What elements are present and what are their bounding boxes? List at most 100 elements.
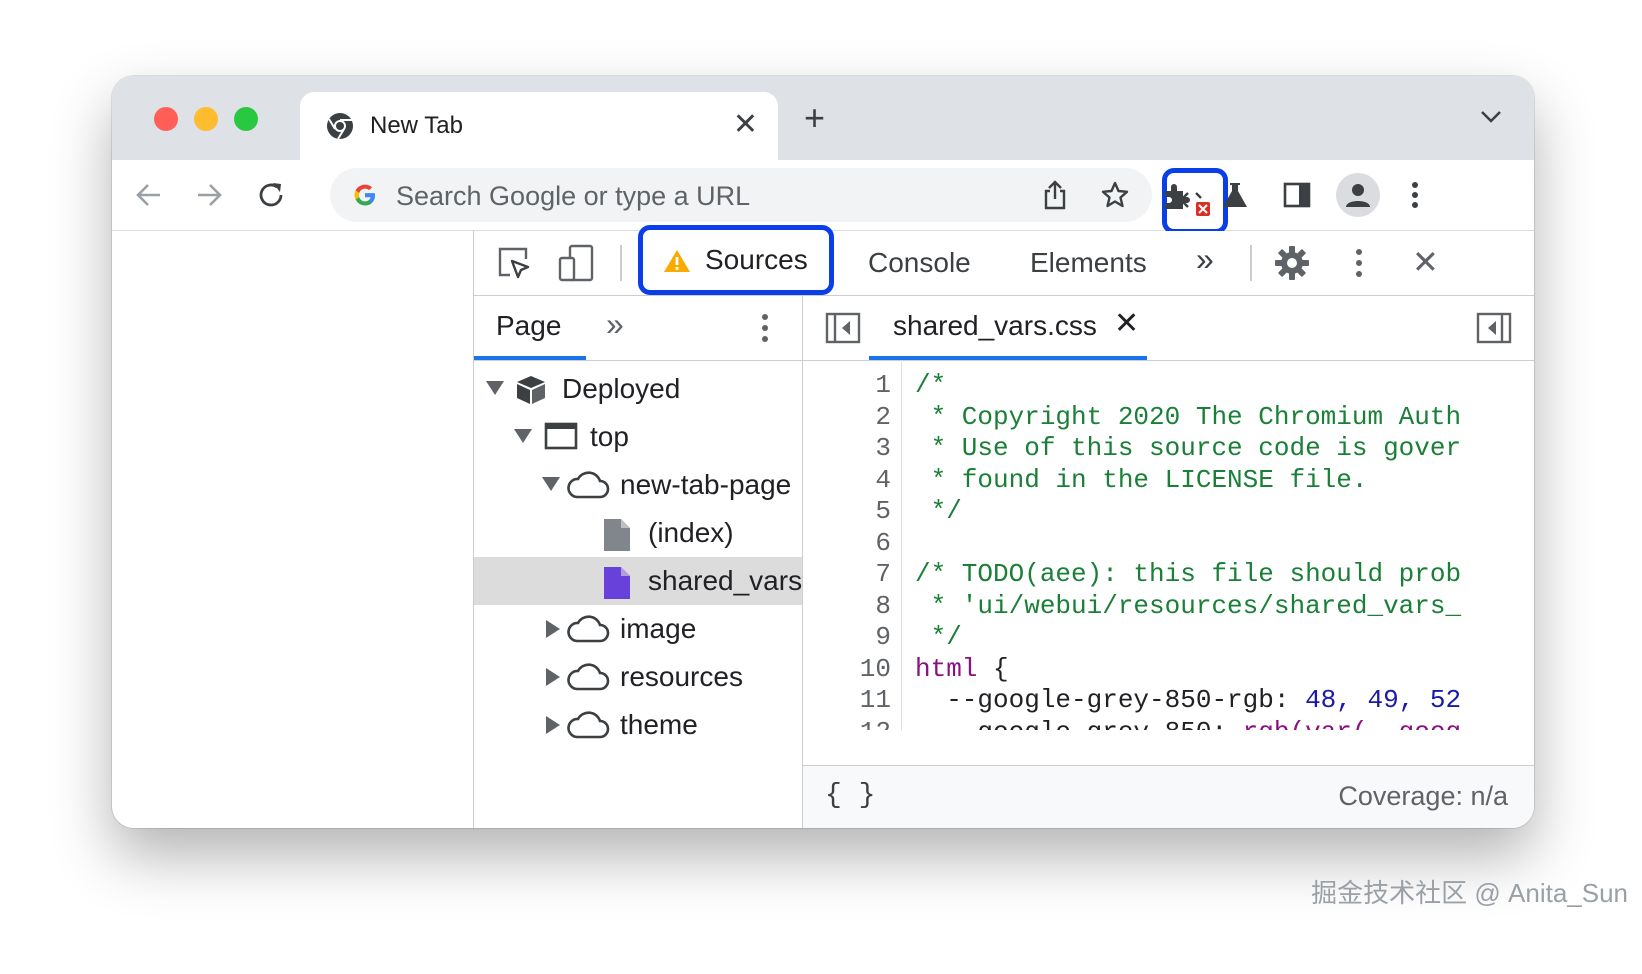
tree-item-new-tab-page[interactable]: new-tab-page xyxy=(474,461,802,509)
code-line: html { xyxy=(915,654,1009,684)
expand-arrow-icon[interactable] xyxy=(542,477,560,491)
editor-status-bar: { } Coverage: n/a xyxy=(803,765,1534,828)
minimize-window-button[interactable] xyxy=(194,107,218,131)
line-number: 8 xyxy=(875,591,891,621)
tab-close-button[interactable]: ✕ xyxy=(733,107,758,142)
tab-page[interactable]: Page xyxy=(496,310,561,342)
tree-item-resources[interactable]: resources xyxy=(474,653,802,701)
expand-arrow-icon[interactable] xyxy=(514,429,532,443)
share-icon[interactable] xyxy=(1042,180,1068,210)
tree-label: theme xyxy=(620,709,698,740)
navigator-pane: Page » Deployed top new-tab-page (index)… xyxy=(474,296,803,828)
tree-label: new-tab-page xyxy=(620,469,792,500)
zoom-window-button[interactable] xyxy=(234,107,258,131)
css-value: 48, 49, 52 xyxy=(1305,685,1462,715)
tree-item-shared-vars[interactable]: shared_vars xyxy=(474,557,802,605)
browser-toolbar xyxy=(112,160,1534,234)
tree-item-top[interactable]: top xyxy=(474,413,802,461)
tree-item-deployed[interactable]: Deployed xyxy=(474,365,802,413)
css-selector: html xyxy=(915,654,978,684)
file-icon xyxy=(604,519,630,551)
cloud-icon xyxy=(567,471,610,499)
code-line: --google-grey-850-rgb: 48, 49, 52 xyxy=(915,685,1461,715)
package-icon xyxy=(517,376,545,404)
pretty-print-button[interactable]: { } xyxy=(825,780,875,811)
close-window-button[interactable] xyxy=(154,107,178,131)
chevron-down-icon[interactable] xyxy=(1480,110,1502,124)
tab-console[interactable]: Console xyxy=(868,247,971,279)
line-number: 7 xyxy=(875,559,891,589)
line-number: 9 xyxy=(875,622,891,652)
tab-title: New Tab xyxy=(370,112,463,139)
devtools-tab-bar: Sources Console Elements » ✕ xyxy=(474,225,1534,296)
line-number: 3 xyxy=(875,433,891,463)
inspect-element-icon[interactable] xyxy=(496,245,532,281)
navigator-more-button[interactable]: » xyxy=(606,306,624,343)
more-tabs-button[interactable]: » xyxy=(1196,241,1214,278)
url-input[interactable] xyxy=(394,177,918,215)
css-file-icon xyxy=(604,567,630,599)
labs-flask-icon[interactable] xyxy=(1220,180,1250,210)
avatar-icon xyxy=(1346,184,1370,207)
tree-label: resources xyxy=(620,661,743,692)
code-line: */ xyxy=(915,622,962,652)
line-gutter: 1 2 3 4 5 6 7 8 9 10 11 12 xyxy=(803,360,902,730)
side-panel-icon[interactable] xyxy=(1282,180,1312,210)
kebab-menu-icon[interactable] xyxy=(1410,180,1420,210)
gear-icon[interactable] xyxy=(1274,245,1310,281)
file-tab[interactable]: shared_vars.css xyxy=(893,310,1097,342)
file-tab-close-button[interactable]: ✕ xyxy=(1114,306,1139,341)
line-number: 11 xyxy=(859,685,891,715)
tab-elements[interactable]: Elements xyxy=(1030,247,1147,279)
line-number: 4 xyxy=(875,465,891,495)
tree-item-index[interactable]: (index) xyxy=(474,509,802,557)
code-brace: { xyxy=(977,654,1009,684)
editor-header: shared_vars.css ✕ xyxy=(803,296,1534,361)
expand-arrow-icon[interactable] xyxy=(546,716,560,734)
reload-icon[interactable] xyxy=(256,180,286,210)
profile-button[interactable] xyxy=(1336,173,1380,217)
devtools-menu-icon[interactable] xyxy=(1354,247,1364,279)
expand-arrow-icon[interactable] xyxy=(546,668,560,686)
line-number: 6 xyxy=(875,528,891,558)
css-value: rgb(var(--goog xyxy=(1243,717,1461,730)
file-tree: Deployed top new-tab-page (index) shared… xyxy=(474,360,802,828)
watermark: 掘金技术社区 @ Anita_Sun xyxy=(1311,878,1628,908)
new-tab-button[interactable]: + xyxy=(804,100,825,136)
tree-item-image[interactable]: image xyxy=(474,605,802,653)
title-bar: New Tab ✕ + xyxy=(112,76,1534,160)
forward-icon[interactable] xyxy=(194,180,224,210)
code-line: * Copyright 2020 The Chromium Auth xyxy=(915,402,1462,432)
back-icon[interactable] xyxy=(134,180,164,210)
line-number: 5 xyxy=(875,496,891,526)
code-line: * 'ui/webui/resources/shared_vars_ xyxy=(915,591,1462,621)
toggle-navigator-icon[interactable] xyxy=(825,312,861,344)
line-number: 1 xyxy=(875,370,891,400)
device-toolbar-icon[interactable] xyxy=(556,243,596,283)
editor-pane: shared_vars.css ✕ 1 2 3 4 5 6 7 8 9 10 1… xyxy=(803,296,1534,828)
line-number: 12 xyxy=(860,717,891,730)
expand-arrow-icon[interactable] xyxy=(546,620,560,638)
page-content xyxy=(112,231,474,828)
close-devtools-button[interactable]: ✕ xyxy=(1412,243,1439,281)
browser-tab[interactable]: New Tab ✕ xyxy=(300,92,778,160)
tree-label: shared_vars xyxy=(648,565,802,596)
bookmark-star-icon[interactable] xyxy=(1100,180,1130,210)
extensions-icon[interactable] xyxy=(1160,180,1192,212)
code-line: /* TODO(aee): this file should prob xyxy=(915,559,1462,589)
line-number: 2 xyxy=(875,402,891,432)
cloud-icon xyxy=(567,663,610,691)
tab-sources-label: Sources xyxy=(705,244,808,275)
omnibox[interactable] xyxy=(330,168,1228,234)
devtools-panel: Sources Console Elements » ✕ Page » Depl… xyxy=(474,225,1534,828)
tree-item-theme[interactable]: theme xyxy=(474,701,802,749)
code-editor[interactable]: 1 2 3 4 5 6 7 8 9 10 11 12 /* * Copyrigh… xyxy=(803,360,1534,730)
expand-arrow-icon[interactable] xyxy=(486,381,504,395)
navigator-menu-icon[interactable] xyxy=(760,312,770,344)
google-icon xyxy=(354,184,375,206)
code-line: /* xyxy=(915,370,947,400)
toggle-debugger-icon[interactable] xyxy=(1476,312,1512,344)
cloud-icon xyxy=(567,711,610,739)
tab-sources[interactable]: Sources xyxy=(638,225,834,295)
toolbar-divider xyxy=(620,245,622,281)
